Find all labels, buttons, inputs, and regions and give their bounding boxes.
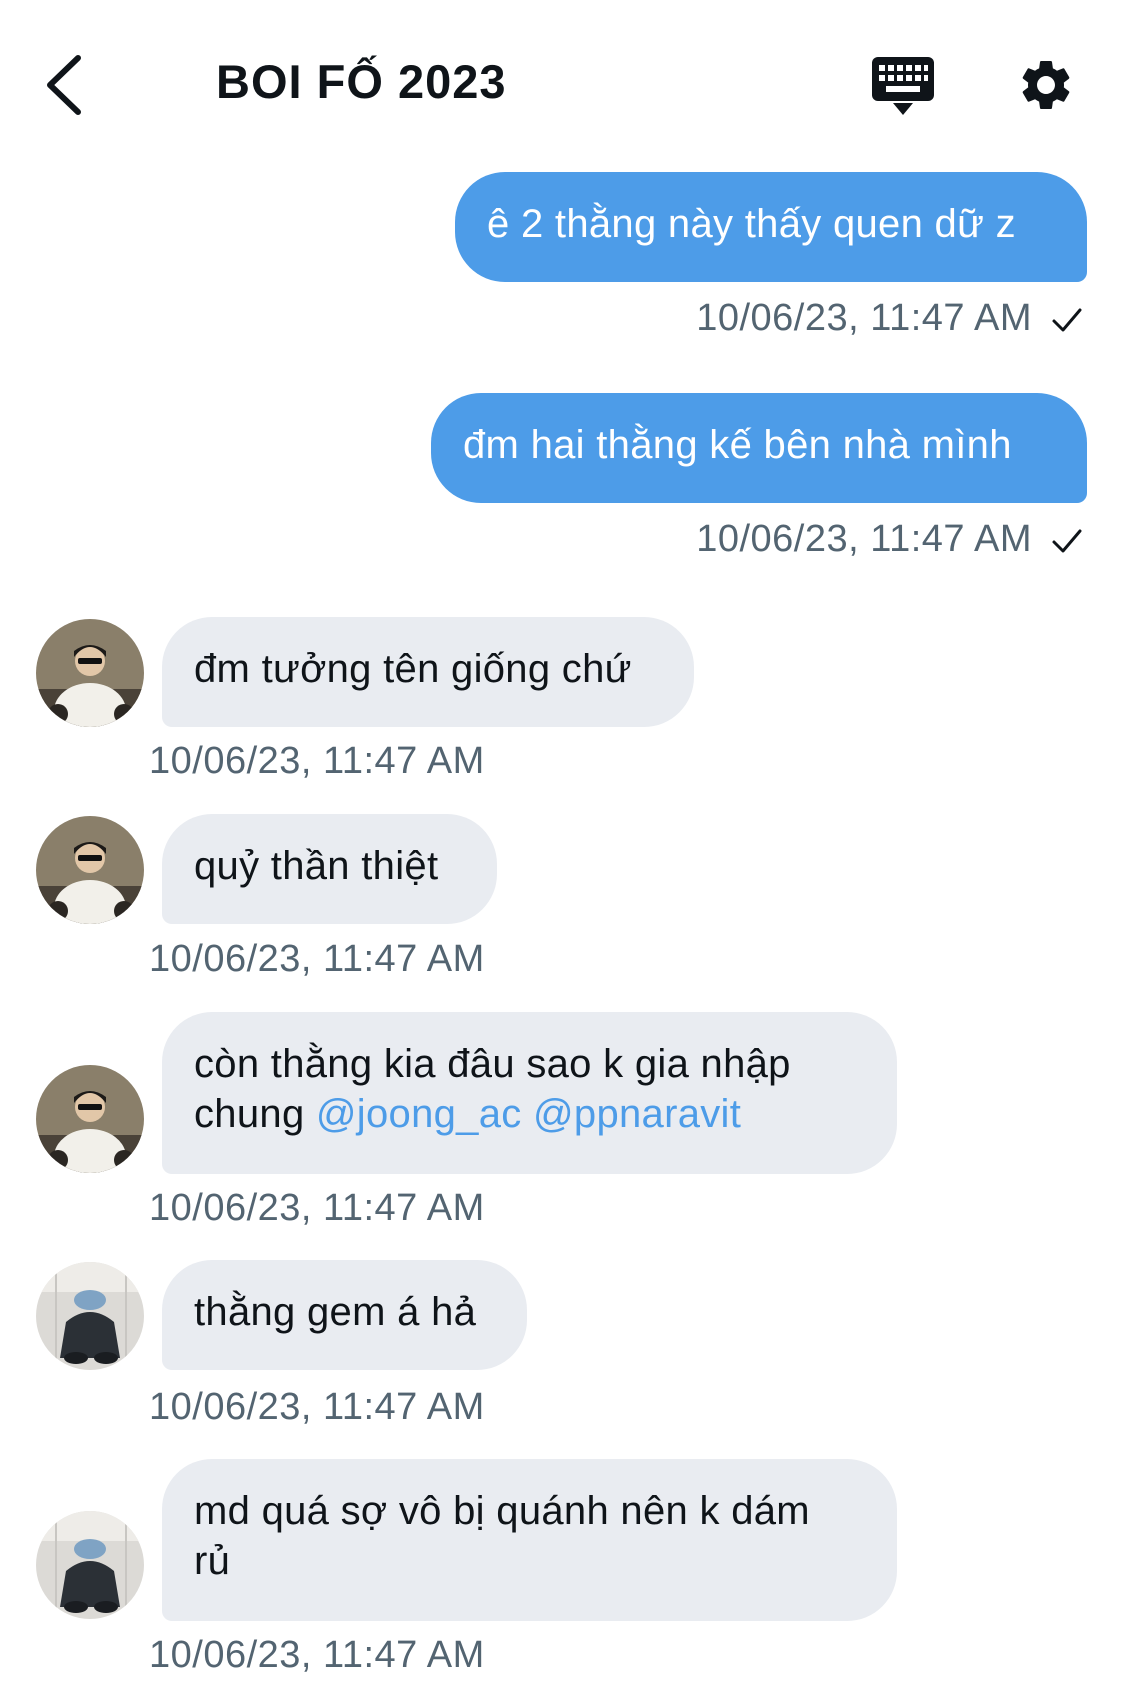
message-timestamp: 10/06/23, 11:47 AM (149, 1634, 485, 1676)
mention-link[interactable]: @ppnaravit (533, 1092, 741, 1136)
outgoing-message-bubble[interactable]: đm hai thằng kế bên nhà mình (431, 393, 1087, 503)
message-text: đm tưởng tên giống chứ (194, 647, 632, 691)
message-timestamp: 10/06/23, 11:47 AM (149, 1386, 485, 1428)
message-timestamp: 10/06/23, 11:47 AM (696, 516, 1084, 562)
incoming-message-bubble[interactable]: md quá sợ vô bị quánh nên k dám rủ (162, 1459, 897, 1621)
avatar-user-a-photo (36, 816, 144, 924)
message-text: quỷ thần thiệt (194, 844, 439, 888)
avatar-user-b-photo (36, 1511, 144, 1619)
avatar-user-b-photo (36, 1262, 144, 1370)
avatar[interactable] (36, 1262, 144, 1370)
avatar-user-a-photo (36, 619, 144, 727)
incoming-message-bubble[interactable]: đm tưởng tên giống chứ (162, 617, 694, 727)
message-text-line: chung @joong_ac @ppnaravit (194, 1092, 742, 1136)
message-text: ê 2 thằng này thấy quen dữ z (487, 202, 1016, 246)
avatar[interactable] (36, 1511, 144, 1619)
message-text-line: rủ (194, 1539, 231, 1583)
avatar[interactable] (36, 1065, 144, 1173)
message-timestamp: 10/06/23, 11:47 AM (149, 938, 485, 980)
message-timestamp: 10/06/23, 11:47 AM (149, 740, 485, 782)
message-list: ê 2 thằng này thấy quen dữ z 10/06/23, 1… (0, 0, 1125, 1696)
incoming-message-bubble[interactable]: thằng gem á hả (162, 1260, 527, 1370)
avatar[interactable] (36, 619, 144, 727)
incoming-message-bubble[interactable]: quỷ thần thiệt (162, 814, 497, 924)
message-timestamp: 10/06/23, 11:47 AM (696, 295, 1084, 341)
check-icon (1052, 308, 1082, 332)
message-timestamp: 10/06/23, 11:47 AM (149, 1187, 485, 1229)
avatar[interactable] (36, 816, 144, 924)
check-icon (1052, 529, 1082, 553)
message-text: thằng gem á hả (194, 1290, 477, 1334)
avatar-user-a-photo (36, 1065, 144, 1173)
message-text-line: md quá sợ vô bị quánh nên k dám (194, 1489, 810, 1533)
message-text: đm hai thằng kế bên nhà mình (463, 423, 1012, 467)
mention-link[interactable]: @joong_ac (316, 1092, 522, 1136)
outgoing-message-bubble[interactable]: ê 2 thằng này thấy quen dữ z (455, 172, 1087, 282)
incoming-message-bubble[interactable]: còn thằng kia đâu sao k gia nhập chung @… (162, 1012, 897, 1174)
message-text-line: còn thằng kia đâu sao k gia nhập (194, 1042, 791, 1086)
